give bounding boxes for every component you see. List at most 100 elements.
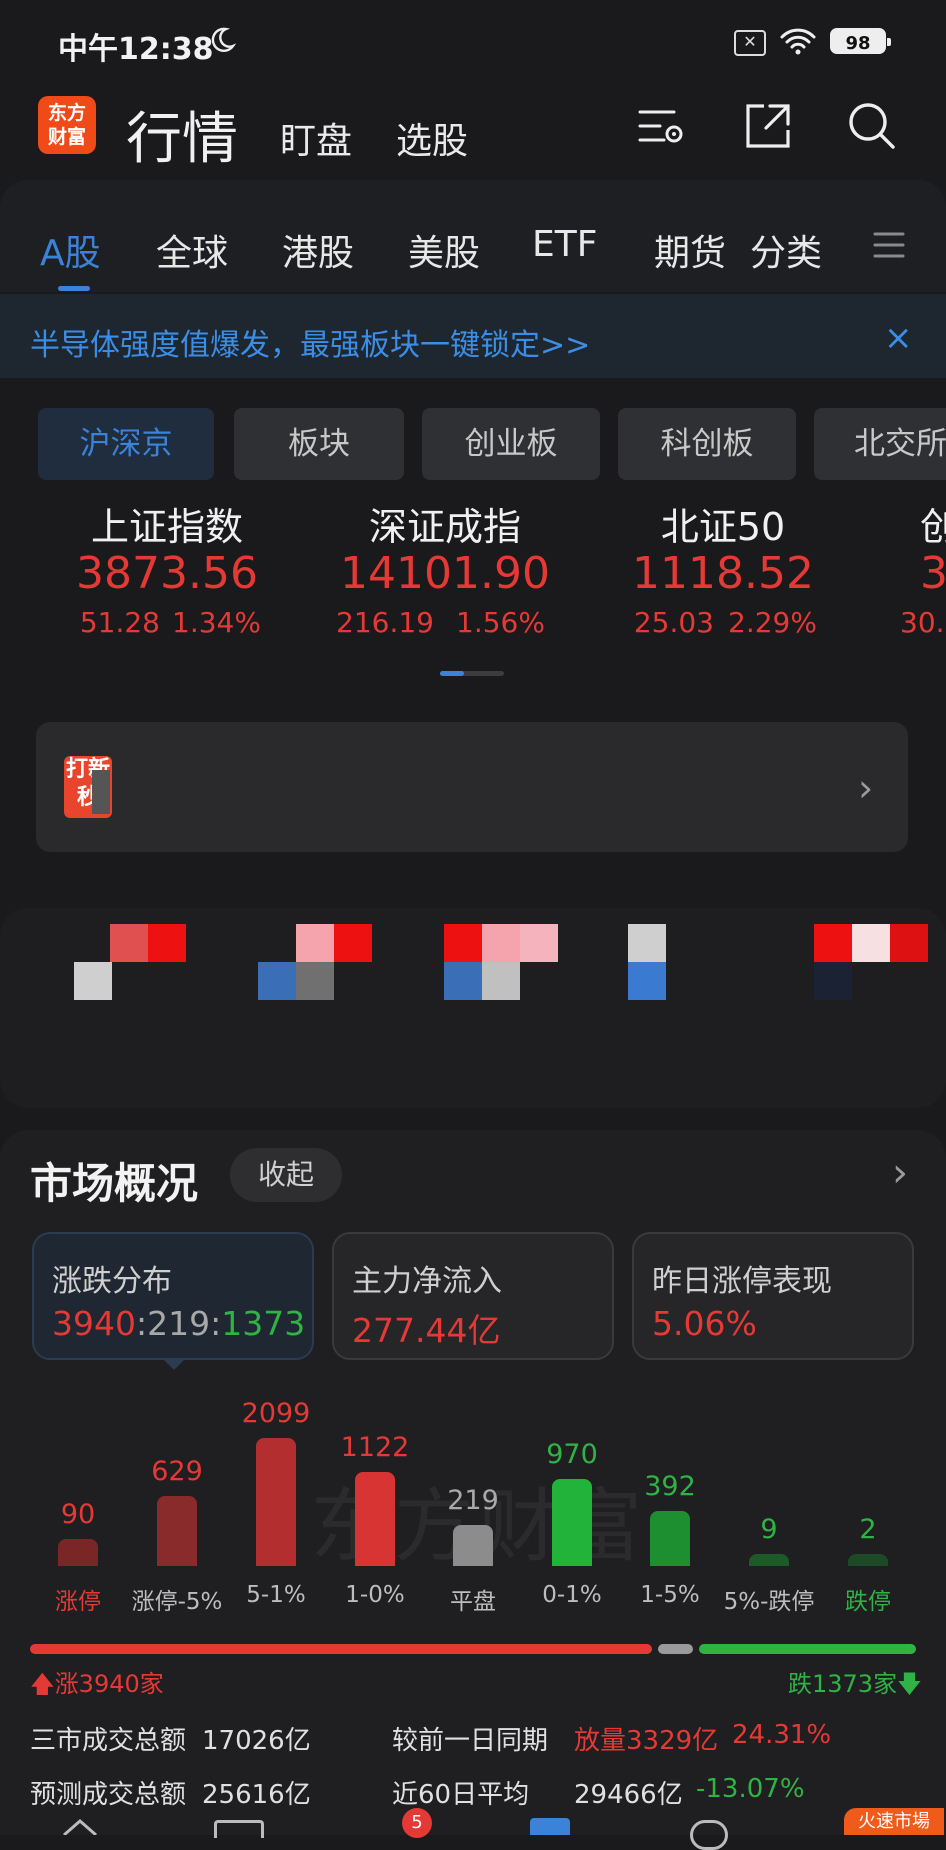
- active-tab-indicator: [58, 286, 90, 291]
- chart-bar: [552, 1479, 592, 1566]
- settings-list-icon[interactable]: [636, 100, 688, 152]
- bar-value-label: 2: [859, 1514, 877, 1545]
- stat-value: 17026亿: [202, 1726, 311, 1756]
- bar-category-label: 5-1%: [246, 1582, 306, 1608]
- stat-label: 较前一日同期: [392, 1726, 549, 1756]
- index-change: 30.: [900, 606, 945, 639]
- active-card-caret: [162, 1358, 186, 1370]
- collapse-button[interactable]: 收起: [230, 1148, 342, 1202]
- breadth-up-label: 🡅涨3940家: [30, 1664, 164, 1708]
- index-value: 3: [920, 548, 946, 599]
- tab-stock-picker[interactable]: 选股: [396, 112, 468, 164]
- arrow-up-icon: 🡅: [30, 1670, 55, 1698]
- stat-value: 29466亿: [574, 1780, 683, 1810]
- card-label: 涨跌分布: [52, 1264, 172, 1299]
- status-time: 中午12:38: [58, 32, 214, 67]
- subtab-bse[interactable]: 北交所: [814, 408, 946, 480]
- chart-bar: [355, 1472, 395, 1566]
- index-change: 51.28: [79, 606, 160, 639]
- subtab-star[interactable]: 科创板: [618, 408, 796, 480]
- card-label: 昨日涨停表现: [652, 1264, 832, 1299]
- market-icon[interactable]: [530, 1818, 570, 1835]
- stat-label: 预测成交总额: [30, 1780, 187, 1810]
- subtab-chinext[interactable]: 创业板: [422, 408, 600, 480]
- chart-bar: [749, 1554, 789, 1566]
- bar-category-label: 0-1%: [542, 1582, 602, 1608]
- chart-bar: [650, 1511, 690, 1566]
- index-pager: [440, 671, 504, 676]
- tab-global[interactable]: 全球: [156, 224, 228, 276]
- watchlist-icon[interactable]: [214, 1820, 264, 1838]
- index-pct: 1.56%: [456, 606, 545, 639]
- breadth-down-label: 跌1373家🡇: [788, 1664, 922, 1708]
- tab-futures[interactable]: 期货: [654, 224, 726, 276]
- subtab-sector[interactable]: 板块: [234, 408, 404, 480]
- sim-icon: ✕: [734, 30, 766, 56]
- chart-bar: [453, 1525, 493, 1566]
- breadth-down-text: 跌1373家: [788, 1670, 898, 1698]
- wifi-icon: [780, 28, 816, 55]
- stat-pct: 24.31%: [732, 1720, 832, 1750]
- bar-value-label: 970: [546, 1439, 598, 1470]
- menu-icon[interactable]: [872, 228, 906, 262]
- page-title: 行情: [126, 107, 238, 172]
- promo-card[interactable]: [36, 722, 908, 852]
- breadth-up-text: 涨3940家: [54, 1670, 164, 1698]
- app-logo: 东方 财富: [38, 96, 96, 154]
- ratio-flat-segment: [658, 1644, 693, 1654]
- banner-close-icon[interactable]: ×: [884, 318, 913, 358]
- bar-value-label: 1122: [340, 1432, 410, 1463]
- tab-us[interactable]: 美股: [408, 224, 480, 276]
- bar-value-label: 2099: [241, 1398, 311, 1429]
- arrow-down-icon: 🡇: [897, 1670, 922, 1698]
- bar-category-label: 平盘: [450, 1589, 496, 1615]
- stat-pct: -13.07%: [696, 1774, 805, 1804]
- index-pct: 1.34%: [172, 606, 261, 639]
- search-icon[interactable]: [846, 100, 898, 152]
- chevron-right-icon[interactable]: ›: [858, 766, 873, 810]
- chart-bar: [848, 1554, 888, 1566]
- tab-etf[interactable]: ETF: [532, 224, 597, 265]
- stat-value: 放量3329亿: [574, 1726, 719, 1756]
- chart-bar: [256, 1438, 296, 1566]
- index-value: 3873.56: [76, 548, 258, 599]
- tab-hk[interactable]: 港股: [282, 224, 354, 276]
- index-pct: 2.29%: [728, 606, 817, 639]
- tab-category[interactable]: 分类: [750, 224, 822, 276]
- moon-icon: [211, 27, 236, 52]
- breadth-ratio-bar: [30, 1644, 916, 1654]
- live-button[interactable]: 火速市場: [844, 1808, 944, 1835]
- index-value: 14101.90: [340, 548, 550, 599]
- pixelated-block: [92, 770, 110, 814]
- discover-icon[interactable]: [690, 1820, 728, 1850]
- down-count: 1373: [221, 1304, 306, 1343]
- ratio-down-segment: [699, 1644, 916, 1654]
- ratio-up-segment: [30, 1644, 652, 1654]
- tab-a-share[interactable]: A股: [40, 224, 101, 276]
- card-label: 主力净流入: [352, 1264, 502, 1299]
- status-bar: 中午12:38 ✕ 98: [0, 0, 946, 80]
- pixelated-section: [0, 908, 946, 1108]
- index-change: 216.19: [336, 606, 434, 639]
- bar-value-label: 90: [60, 1499, 96, 1530]
- index-name: 上证指数: [90, 505, 243, 549]
- index-name: 创: [920, 505, 946, 549]
- card-main-net-inflow[interactable]: 主力净流入 277.44亿: [332, 1232, 614, 1360]
- stat-value: 25616亿: [202, 1780, 311, 1810]
- stat-label: 三市成交总额: [30, 1726, 187, 1756]
- banner-text[interactable]: 半导体强度值爆发，最强板块一键锁定>>: [30, 320, 590, 364]
- tab-watch[interactable]: 盯盘: [280, 112, 352, 164]
- subtab-sh-sz-bj[interactable]: 沪深京: [38, 408, 214, 480]
- chart-bar: [58, 1539, 98, 1566]
- logo-text: 东方 财富: [47, 102, 86, 148]
- card-rise-fall-distribution[interactable]: 涨跌分布 3940:219:1373: [32, 1232, 314, 1360]
- share-icon[interactable]: [742, 100, 794, 152]
- stat-label: 近60日平均: [392, 1780, 530, 1810]
- home-icon[interactable]: [60, 1818, 100, 1835]
- chevron-right-icon[interactable]: ›: [892, 1150, 908, 1196]
- notification-badge: 5: [402, 1808, 432, 1838]
- bar-category-label: 1-5%: [640, 1582, 700, 1608]
- card-value: 277.44亿: [352, 1311, 501, 1350]
- card-limit-up-performance[interactable]: 昨日涨停表现 5.06%: [632, 1232, 914, 1360]
- index-name: 北证50: [660, 505, 786, 549]
